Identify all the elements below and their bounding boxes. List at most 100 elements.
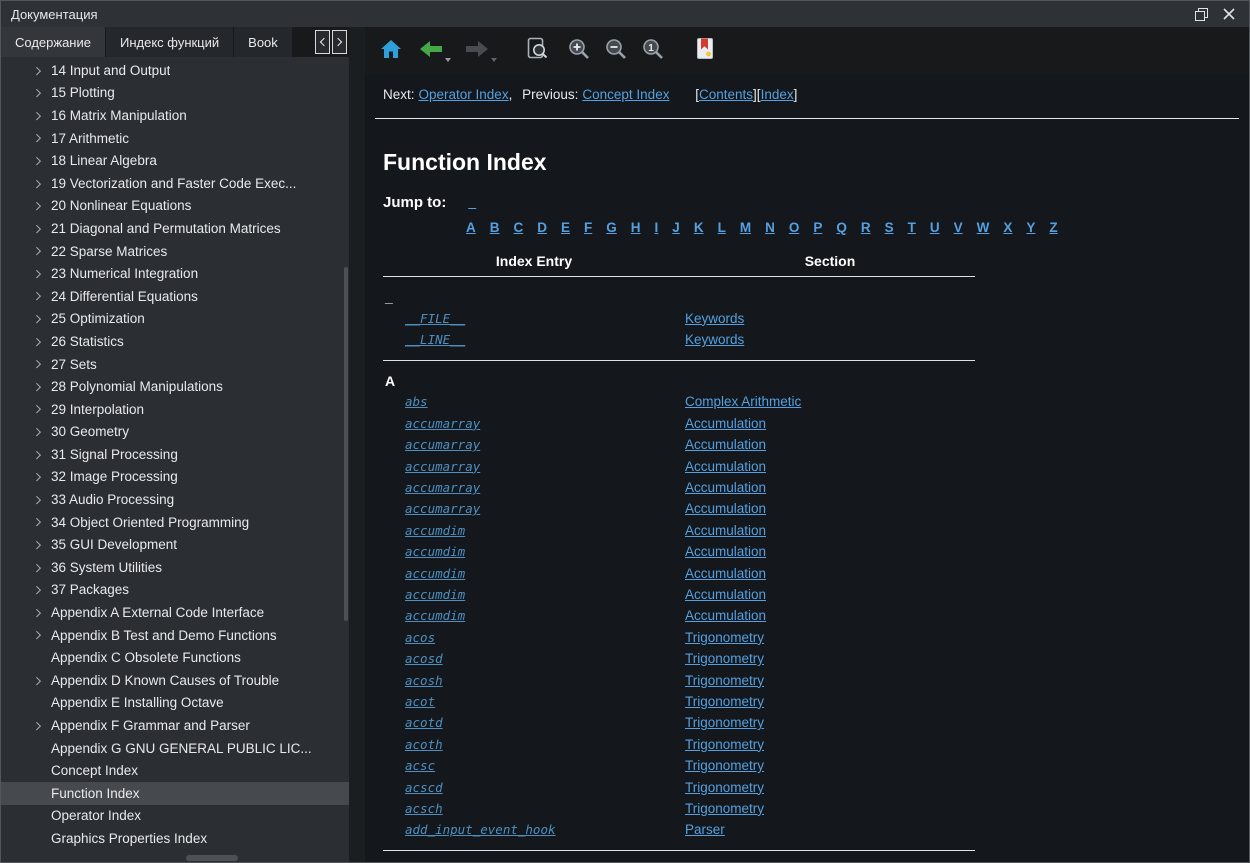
jump-link-s[interactable]: S [885,220,894,235]
section-link[interactable]: Accumulation [685,416,766,431]
tree-item[interactable]: Operator Index [1,805,349,828]
tab-function-index[interactable]: Индекс функций [106,27,234,57]
function-entry-link[interactable]: accumdim [405,587,465,602]
back-button[interactable] [415,34,447,68]
chevron-right-icon[interactable] [31,316,51,322]
tree-item[interactable]: 35 GUI Development [1,533,349,556]
section-link[interactable]: Keywords [685,332,744,347]
zoom-in-button[interactable] [563,34,595,68]
tab-contents[interactable]: Содержание [1,27,106,57]
section-link[interactable]: Accumulation [685,437,766,452]
jump-link-n[interactable]: N [765,220,775,235]
function-entry-link[interactable]: acoth [405,737,443,752]
chevron-right-icon[interactable] [31,474,51,480]
tree-item[interactable]: Function Index [1,782,349,805]
section-link[interactable]: Trigonometry [685,673,764,688]
tree-item[interactable]: 26 Statistics [1,330,349,353]
tree-item[interactable]: 25 Optimization [1,308,349,331]
section-link[interactable]: Keywords [685,311,744,326]
function-entry-link[interactable]: acosd [405,651,443,666]
section-link[interactable]: Parser [685,822,725,837]
tree-vertical-scrollbar[interactable] [344,267,348,621]
section-link[interactable]: Accumulation [685,587,766,602]
chevron-right-icon[interactable] [31,452,51,458]
jump-link-q[interactable]: Q [836,220,847,235]
section-link[interactable]: Trigonometry [685,630,764,645]
nav-next-link[interactable]: Operator Index [419,87,509,102]
section-link[interactable]: Trigonometry [685,694,764,709]
function-entry-link[interactable]: acosh [405,673,443,688]
chevron-right-icon[interactable] [31,384,51,390]
chevron-right-icon[interactable] [31,542,51,548]
chevron-right-icon[interactable] [31,158,51,164]
tree-item[interactable]: 14 Input and Output [1,59,349,82]
tab-bookmarks[interactable]: Book [234,27,293,57]
chevron-right-icon[interactable] [31,271,51,277]
jump-link-i[interactable]: I [655,220,659,235]
jump-link-g[interactable]: G [606,220,617,235]
function-entry-link[interactable]: add_input_event_hook [405,822,556,837]
zoom-out-button[interactable] [600,34,632,68]
chevron-right-icon[interactable] [31,339,51,345]
jump-link-d[interactable]: D [537,220,547,235]
section-link[interactable]: Trigonometry [685,780,764,795]
function-entry-link[interactable]: acos [405,630,435,645]
jump-link-o[interactable]: O [789,220,800,235]
function-entry-link[interactable]: accumdim [405,566,465,581]
jump-link-j[interactable]: J [672,220,680,235]
section-link[interactable]: Complex Arithmetic [685,394,801,409]
jump-link-p[interactable]: P [813,220,822,235]
chevron-right-icon[interactable] [31,361,51,367]
chevron-right-icon[interactable] [31,226,51,232]
function-entry-link[interactable]: abs [405,394,428,409]
function-entry-link[interactable]: acotd [405,715,443,730]
section-link[interactable]: Accumulation [685,459,766,474]
function-entry-link[interactable]: acsch [405,801,443,816]
tree-item[interactable]: 37 Packages [1,579,349,602]
jump-link-k[interactable]: K [694,220,704,235]
restore-button[interactable] [1187,3,1215,25]
chevron-right-icon[interactable] [31,519,51,525]
jump-link-t[interactable]: T [908,220,916,235]
tree-item[interactable]: 15 Plotting [1,82,349,105]
tree-item[interactable]: 29 Interpolation [1,398,349,421]
jump-link-m[interactable]: M [740,220,751,235]
close-button[interactable] [1215,3,1243,25]
jump-link-c[interactable]: C [514,220,524,235]
chevron-right-icon[interactable] [31,723,51,729]
chevron-right-icon[interactable] [31,248,51,254]
jump-link-underscore[interactable]: _ [468,194,476,210]
find-button[interactable] [521,34,553,68]
chevron-right-icon[interactable] [31,497,51,503]
chevron-right-icon[interactable] [31,135,51,141]
chevron-right-icon[interactable] [31,587,51,593]
chevron-right-icon[interactable] [31,181,51,187]
tree-item[interactable]: Appendix C Obsolete Functions [1,646,349,669]
zoom-original-button[interactable]: 1 [637,34,669,68]
function-entry-link[interactable]: accumarray [405,480,480,495]
chevron-right-icon[interactable] [31,68,51,74]
chevron-right-icon[interactable] [31,293,51,299]
jump-link-r[interactable]: R [861,220,871,235]
function-entry-link[interactable]: accumarray [405,501,480,516]
jump-link-x[interactable]: X [1003,220,1012,235]
pane-splitter[interactable] [349,27,365,862]
tree-item[interactable]: 18 Linear Algebra [1,149,349,172]
section-link[interactable]: Trigonometry [685,758,764,773]
jump-link-f[interactable]: F [584,220,592,235]
jump-link-a[interactable]: A [466,220,476,235]
tree-item[interactable]: 24 Differential Equations [1,285,349,308]
chevron-right-icon[interactable] [31,632,51,638]
section-link[interactable]: Trigonometry [685,651,764,666]
section-link[interactable]: Accumulation [685,523,766,538]
section-link[interactable]: Trigonometry [685,737,764,752]
chevron-right-icon[interactable] [31,113,51,119]
tree-item[interactable]: 32 Image Processing [1,466,349,489]
chevron-right-icon[interactable] [31,429,51,435]
jump-link-h[interactable]: H [631,220,641,235]
tab-scroll-left-button[interactable] [315,30,330,54]
tree-item[interactable]: 27 Sets [1,353,349,376]
tree-item[interactable]: 19 Vectorization and Faster Code Exec... [1,172,349,195]
nav-index-link[interactable]: Index [761,87,794,102]
tree-item[interactable]: Appendix E Installing Octave [1,692,349,715]
